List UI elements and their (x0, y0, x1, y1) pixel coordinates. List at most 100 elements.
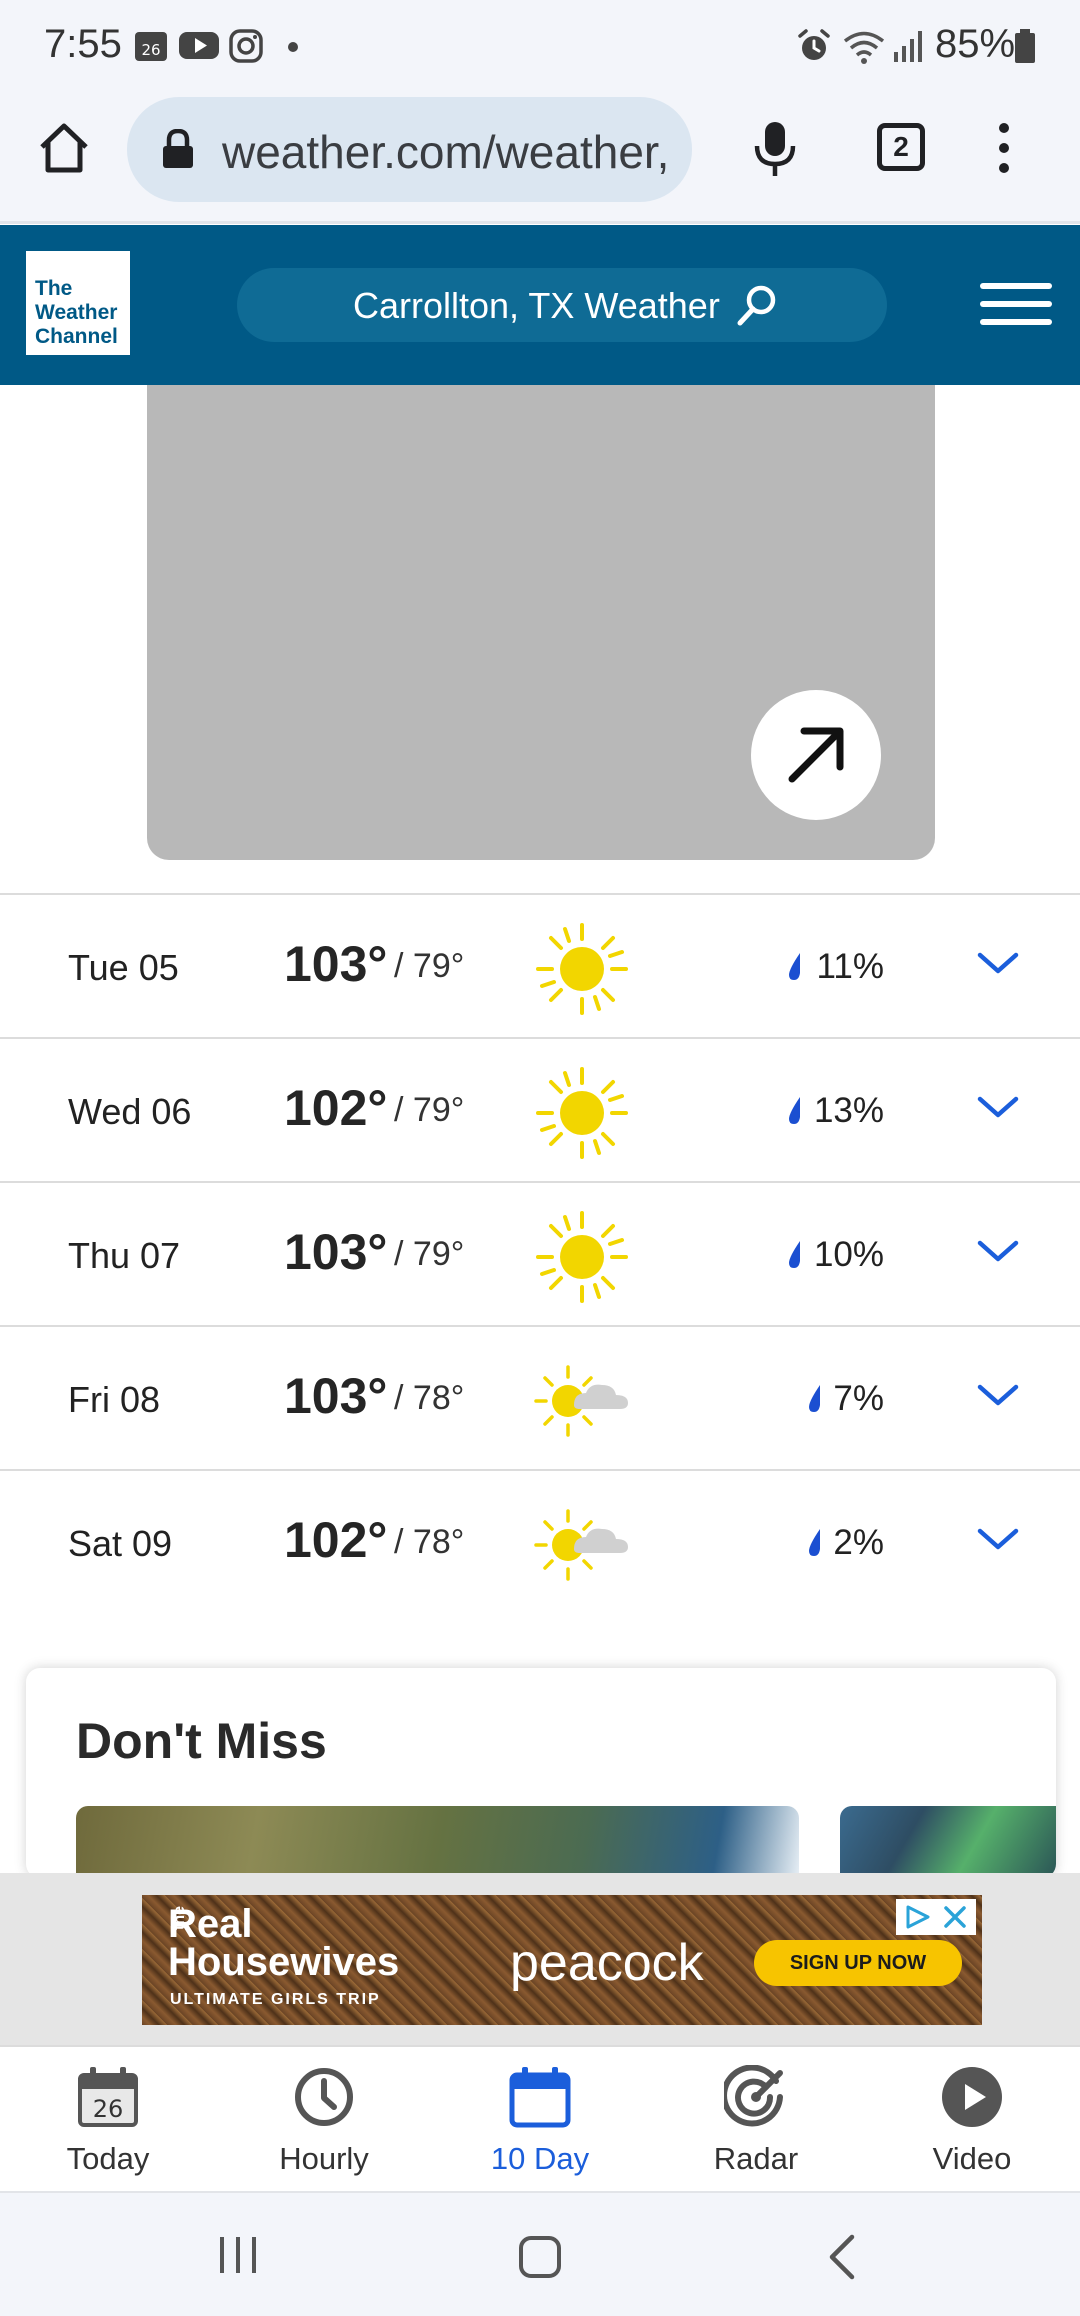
logo-line-2: Weather (35, 301, 118, 324)
forecast-high: 103° (284, 936, 388, 992)
status-time: 7:55 (44, 22, 122, 66)
forecast-day: Sat 09 (68, 1523, 173, 1564)
sunny-icon (536, 1067, 628, 1159)
wifi-icon (843, 31, 885, 64)
home-nav-icon[interactable] (516, 2233, 564, 2281)
calendar-notification-icon: 26 (135, 32, 167, 61)
url-text: weather.com/weather, (222, 126, 670, 178)
ad-show-title-line2: Housewives (168, 1940, 400, 1984)
close-ad-icon[interactable] (942, 1904, 968, 1930)
forecast-precip: 13% (813, 1091, 884, 1130)
radar-icon (724, 2065, 783, 2127)
forecast-high: 102° (284, 1512, 388, 1568)
chevron-down-icon[interactable] (976, 1237, 1020, 1265)
ad-choices (896, 1899, 976, 1935)
home-icon[interactable] (36, 120, 92, 176)
mostly-sunny-icon (534, 1509, 628, 1581)
more-options-icon[interactable] (992, 120, 1016, 176)
precip-drop-icon (789, 953, 800, 980)
nav-today[interactable]: 26 Today (0, 2047, 216, 2193)
precip-drop-icon (789, 1241, 800, 1268)
forecast-high: 103° (284, 1368, 388, 1424)
system-navigation-bar (0, 2191, 1080, 2316)
dont-miss-section: Don't Miss (26, 1668, 1056, 1878)
nav-label: Radar (713, 2141, 799, 2176)
media-placeholder (147, 385, 935, 860)
forecast-row[interactable]: Tue 05 103° / 79° 11% (0, 893, 1080, 1037)
site-header: The Weather Channel Carrollton, TX Weath… (0, 225, 1080, 385)
nav-video[interactable]: Video (864, 2047, 1080, 2193)
precip-drop-icon (809, 1385, 820, 1412)
forecast-day: Thu 07 (68, 1235, 181, 1276)
forecast-high: 102° (284, 1080, 388, 1136)
forecast-low: / 79° (394, 1235, 465, 1273)
forecast-precip: 10% (813, 1235, 884, 1274)
forecast-day: Fri 08 (68, 1379, 161, 1420)
chevron-down-icon[interactable] (976, 1381, 1020, 1409)
forecast-row[interactable]: Thu 07 103° / 79° 10% (0, 1181, 1080, 1325)
lock-icon (163, 129, 193, 168)
ad-show-subtitle: ULTIMATE GIRLS TRIP (170, 1991, 381, 2008)
chevron-down-icon[interactable] (976, 1093, 1020, 1121)
sunny-icon (536, 1211, 628, 1303)
youtube-icon (179, 32, 219, 59)
weather-channel-logo[interactable]: The Weather Channel (26, 251, 130, 355)
forecast-precip: 7% (833, 1379, 884, 1418)
forecast-row[interactable]: Sat 09 102° / 78° 2% (0, 1469, 1080, 1613)
chevron-down-icon[interactable] (976, 1525, 1020, 1553)
ad-banner[interactable]: the Real Housewives ULTIMATE GIRLS TRIP … (142, 1895, 982, 2025)
forecast-low-value: 78° (412, 1523, 465, 1561)
nav-10-day[interactable]: 10 Day (432, 2047, 648, 2193)
hamburger-menu-icon[interactable] (980, 281, 1052, 329)
logo-line-1: The (35, 277, 73, 300)
signal-icon (894, 31, 922, 62)
forecast-high: 103° (284, 1224, 388, 1280)
ad-container: the Real Housewives ULTIMATE GIRLS TRIP … (0, 1873, 1080, 2045)
article-thumbnail[interactable] (840, 1806, 1056, 1878)
location-search-label: Carrollton, TX Weather (353, 285, 720, 326)
adchoices-icon[interactable] (902, 1904, 932, 1930)
calendar-icon: 26 (78, 2067, 138, 2127)
forecast-low: / 79° (394, 947, 465, 985)
article-thumbnail[interactable] (76, 1806, 799, 1878)
browser-toolbar: weather.com/weather, 2 (0, 92, 1080, 224)
chevron-down-icon[interactable] (976, 949, 1020, 977)
ad-brand: peacock (510, 1934, 704, 1992)
bottom-navigation: 26 Today Hourly 10 Day Radar Video (0, 2045, 1080, 2191)
forecast-low-value: 78° (412, 1379, 465, 1417)
forecast-low-value: 79° (412, 1235, 465, 1273)
nav-label: Hourly (279, 2141, 369, 2176)
alarm-icon (798, 29, 830, 60)
forecast-low: / 79° (394, 1091, 465, 1129)
back-icon[interactable] (822, 2233, 862, 2281)
nav-label: Video (932, 2141, 1012, 2176)
instagram-icon (229, 29, 263, 63)
nav-label: 10 Day (490, 2141, 590, 2176)
expand-button[interactable] (751, 690, 881, 820)
arrow-up-right-icon (788, 727, 844, 783)
nav-hourly[interactable]: Hourly (216, 2047, 432, 2193)
microphone-icon[interactable] (750, 120, 800, 180)
precip-drop-icon (789, 1097, 800, 1124)
location-search-button[interactable]: Carrollton, TX Weather (237, 268, 887, 342)
logo-line-3: Channel (35, 325, 118, 348)
recent-apps-icon[interactable] (214, 2233, 262, 2277)
forecast-row[interactable]: Fri 08 103° / 78° 7% (0, 1325, 1080, 1469)
forecast-day: Wed 06 (68, 1091, 192, 1132)
tab-switcher-button[interactable]: 2 (877, 123, 925, 171)
nav-radar[interactable]: Radar (648, 2047, 864, 2193)
ad-signup-button[interactable]: SIGN UP NOW (754, 1940, 962, 1986)
ad-show-title-line1: Real (168, 1902, 253, 1946)
calendar-date-text: 26 (93, 2095, 124, 2123)
dont-miss-title: Don't Miss (76, 1713, 327, 1769)
forecast-row[interactable]: Wed 06 102° / 79° 13% (0, 1037, 1080, 1181)
calendar-icon (509, 2067, 571, 2128)
battery-percent: 85% (935, 22, 1016, 66)
forecast-precip: 2% (833, 1523, 884, 1562)
forecast-low: / 78° (394, 1379, 465, 1417)
battery-icon (1015, 29, 1035, 63)
forecast-low-value: 79° (412, 947, 465, 985)
clock-icon (295, 2068, 353, 2126)
calendar-badge-text: 26 (141, 41, 160, 59)
url-bar[interactable]: weather.com/weather, (127, 97, 692, 202)
